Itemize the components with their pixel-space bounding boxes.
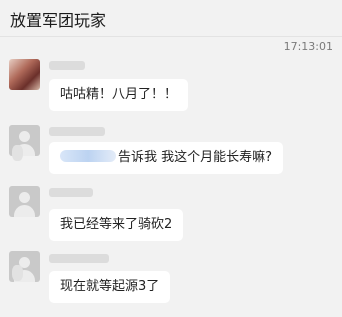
- sender-name: [49, 61, 85, 70]
- default-user-avatar[interactable]: [9, 186, 40, 217]
- message-bubble[interactable]: 咕咕精！八月了！！: [49, 79, 189, 111]
- sender-name: [49, 188, 93, 197]
- message-text: 告诉我 我这个月能长寿嘛?: [118, 150, 273, 165]
- sender-name: [49, 127, 105, 136]
- message-bubble[interactable]: 告诉我 我这个月能长寿嘛?: [49, 142, 284, 174]
- avatar-shadow: [12, 145, 23, 161]
- message-text: 咕咕精！八月了！！: [60, 87, 178, 102]
- mention-tag[interactable]: [60, 150, 116, 162]
- avatar-shadow: [12, 265, 23, 281]
- message-text: 我已经等来了骑砍2: [60, 217, 173, 232]
- chat-header: 放置军团玩家: [0, 0, 342, 37]
- message-timestamp: 17:13:01: [283, 40, 333, 53]
- message-text: 现在就等起源3了: [60, 279, 160, 294]
- group-title: 放置军团玩家: [10, 11, 107, 30]
- message-bubble[interactable]: 现在就等起源3了: [49, 271, 171, 303]
- user-photo-avatar[interactable]: [9, 59, 40, 90]
- sender-name: [49, 254, 109, 263]
- message-bubble[interactable]: 我已经等来了骑砍2: [49, 209, 184, 241]
